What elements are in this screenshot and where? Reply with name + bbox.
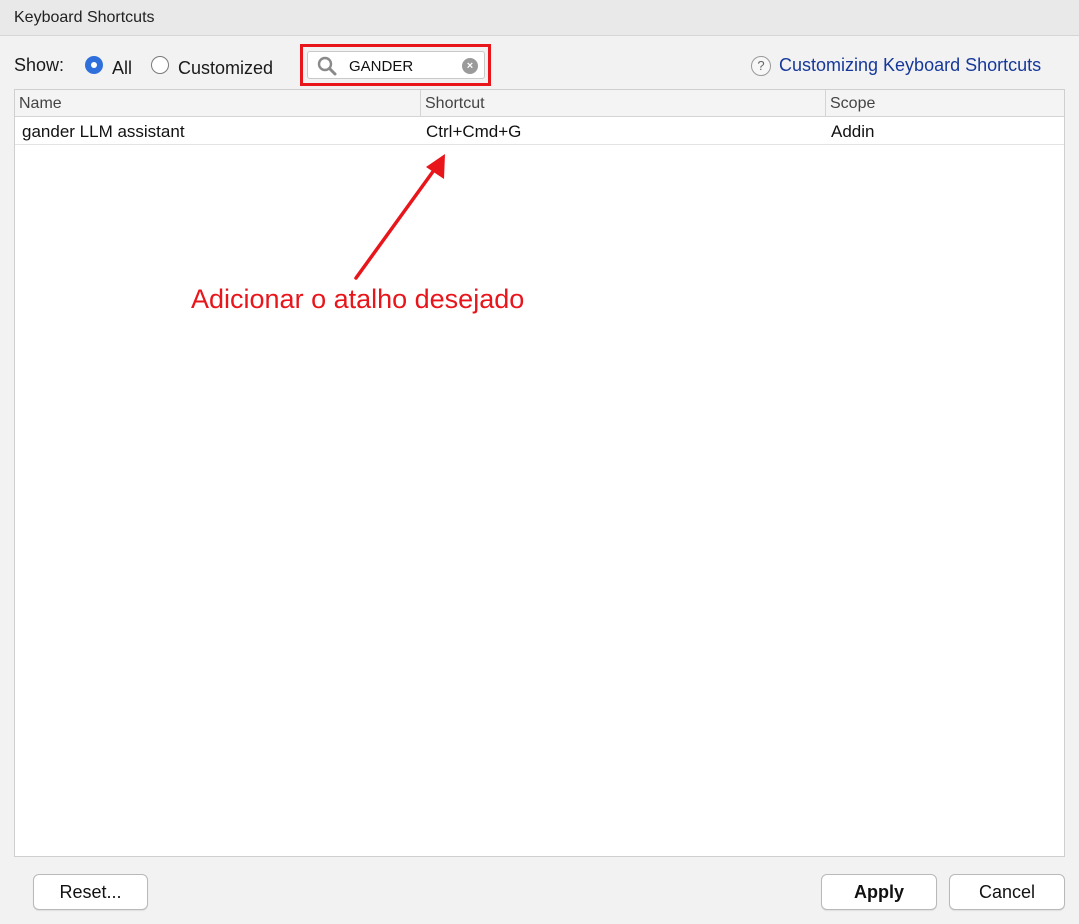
apply-button[interactable]: Apply [821, 874, 937, 910]
table-header: Name Shortcut Scope [15, 90, 1064, 117]
show-label: Show: [14, 55, 65, 75]
shortcuts-table: Name Shortcut Scope gander LLM assistant… [14, 89, 1065, 857]
help-icon[interactable]: ? [751, 56, 771, 76]
annotation-arrow [354, 154, 445, 280]
window-title: Keyboard Shortcuts [14, 9, 155, 26]
clear-search-icon[interactable]: × [462, 58, 478, 74]
column-header-shortcut[interactable]: Shortcut [420, 90, 825, 117]
search-field[interactable]: × [307, 51, 485, 79]
customizing-shortcuts-link[interactable]: Customizing Keyboard Shortcuts [779, 55, 1041, 76]
radio-all-label[interactable]: All [112, 58, 132, 79]
column-header-name[interactable]: Name [15, 90, 420, 117]
row-scope-cell: Addin [831, 122, 875, 141]
row-name-cell: gander LLM assistant [22, 122, 185, 141]
search-icon [317, 56, 337, 76]
annotation-text: Adicionar o atalho desejado [191, 284, 525, 314]
title-bar: Keyboard Shortcuts [0, 0, 1079, 36]
reset-button[interactable]: Reset... [33, 874, 148, 910]
radio-all[interactable] [85, 56, 103, 74]
column-header-scope[interactable]: Scope [825, 90, 1064, 117]
table-row[interactable]: gander LLM assistant Ctrl+Cmd+G Addin [15, 117, 1064, 145]
radio-customized-label[interactable]: Customized [178, 58, 273, 79]
radio-customized[interactable] [151, 56, 169, 74]
row-shortcut-cell[interactable]: Ctrl+Cmd+G [426, 122, 521, 142]
cancel-button[interactable]: Cancel [949, 874, 1065, 910]
search-input[interactable] [349, 58, 454, 75]
